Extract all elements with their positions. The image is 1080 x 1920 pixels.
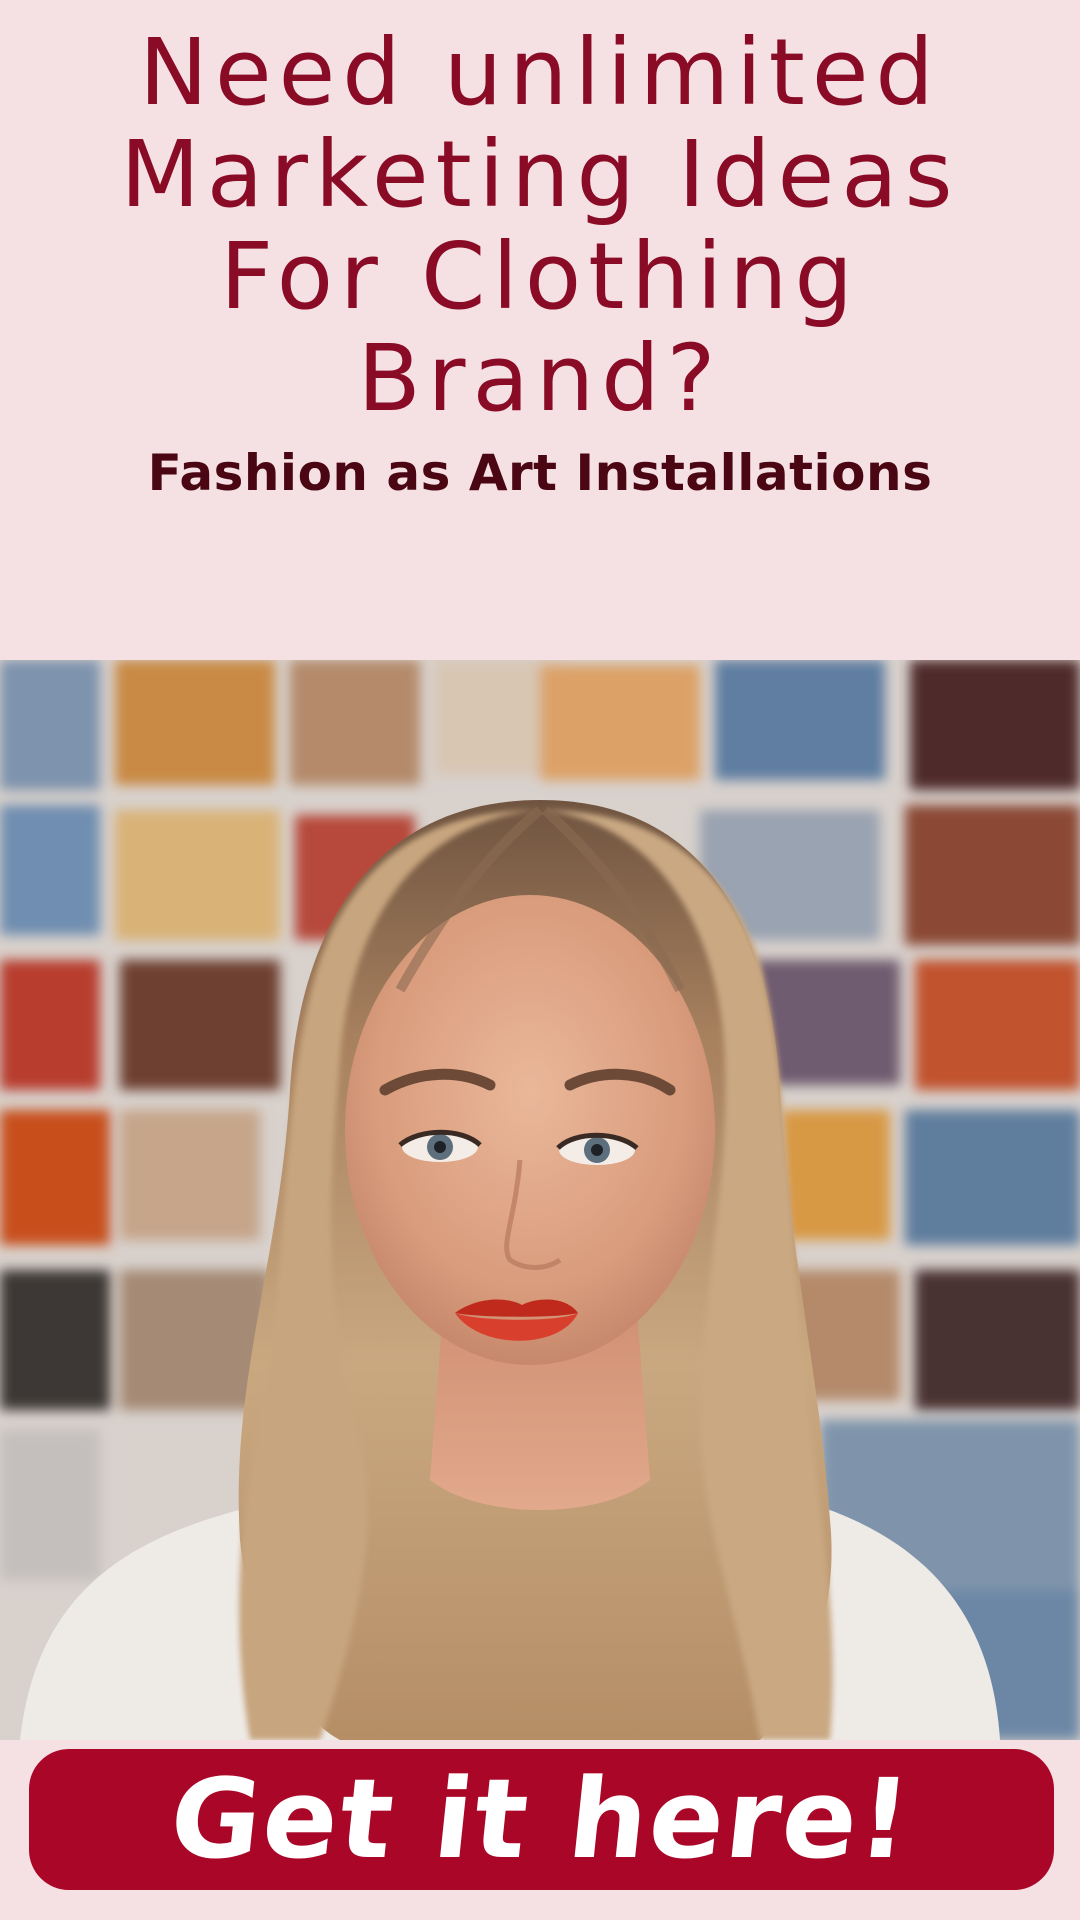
headline-line: Marketing Ideas xyxy=(120,121,960,228)
cta-label: Get it here! xyxy=(164,1755,919,1883)
headline-line: Need unlimited xyxy=(139,19,941,126)
headline-line: Brand? xyxy=(357,325,723,432)
subheadline: Fashion as Art Installations xyxy=(147,444,933,502)
headline: Need unlimited Marketing Ideas For Cloth… xyxy=(0,22,1080,430)
get-it-here-button[interactable]: Get it here! xyxy=(29,1749,1054,1890)
headline-line: For Clothing xyxy=(220,223,860,330)
model-photo xyxy=(0,660,1080,1740)
